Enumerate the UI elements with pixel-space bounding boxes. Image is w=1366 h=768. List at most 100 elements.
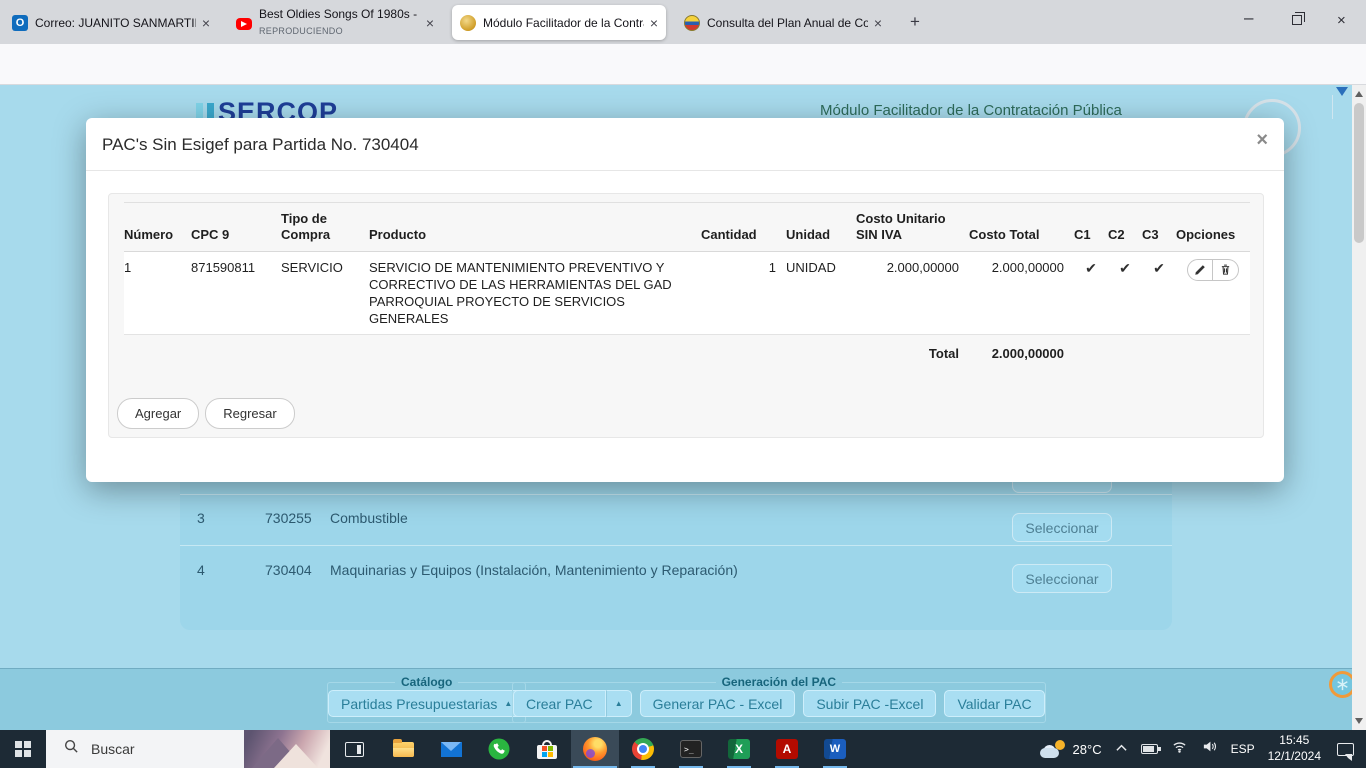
row-name: Combustible: [330, 510, 408, 526]
chrome-button[interactable]: [619, 730, 667, 768]
weather-widget[interactable]: 28°C: [1039, 740, 1102, 758]
date: 12/1/2024: [1267, 749, 1321, 763]
cell-cantidad: 1: [701, 251, 786, 336]
language-indicator[interactable]: ESP: [1231, 742, 1255, 756]
partidas-presupuestarias-button[interactable]: Partidas Presupuestarias ▲: [328, 690, 526, 717]
wifi-icon[interactable]: [1171, 739, 1188, 759]
crear-pac-caret-button[interactable]: ▲: [605, 690, 632, 717]
cell-costo-total: 2.000,00000: [969, 251, 1074, 336]
edit-button[interactable]: [1187, 258, 1213, 281]
col-unidad: Unidad: [786, 202, 856, 252]
whatsapp-button[interactable]: [475, 730, 523, 768]
firefox-button[interactable]: [571, 730, 619, 768]
floating-asterisk-button[interactable]: [1329, 671, 1352, 698]
tab-consulta-pac[interactable]: Consulta del Plan Anual de Con ×: [676, 5, 890, 40]
chrome-icon: [632, 738, 654, 760]
cell-costo-unitario: 2.000,00000: [856, 251, 969, 336]
total-label: Total: [928, 346, 959, 362]
caret-up-icon: ▲: [614, 699, 623, 708]
scrollbar-thumb[interactable]: [1354, 103, 1364, 243]
scroll-down-arrow[interactable]: [1355, 718, 1363, 724]
microsoft-store-button[interactable]: [523, 730, 571, 768]
total-row: Total 2.000,00000: [124, 335, 1250, 373]
header-divider: [1332, 95, 1333, 119]
validar-pac-button[interactable]: Validar PAC: [944, 690, 1045, 717]
search-placeholder: Buscar: [91, 741, 135, 757]
row-divider: [180, 545, 1172, 546]
tab-youtube[interactable]: Best Oldies Songs Of 1980s - Mo REPRODUC…: [228, 5, 442, 40]
trash-icon: [1221, 264, 1230, 275]
youtube-icon: [236, 17, 252, 30]
scroll-up-arrow[interactable]: [1355, 91, 1363, 97]
table-header-row: Número CPC 9 Tipo de Compra Producto Can…: [124, 202, 1250, 252]
row-divider: [180, 494, 1172, 495]
task-view-icon[interactable]: [345, 741, 364, 757]
battery-icon[interactable]: [1140, 744, 1161, 754]
hidden-icons-chevron[interactable]: [1115, 740, 1128, 758]
terminal-button[interactable]: >_: [667, 730, 715, 768]
file-explorer-button[interactable]: [379, 730, 427, 768]
window-minimize-button[interactable]: –: [1244, 8, 1253, 28]
tab-title: Módulo Facilitador de la Contra: [483, 15, 644, 30]
windows-taskbar: Buscar >_ X A W 28°C ESP 15:45 12/1/2024: [0, 730, 1366, 768]
close-icon[interactable]: ×: [426, 16, 434, 30]
cell-cpc9: 871590811: [191, 251, 281, 336]
clock[interactable]: 15:45 12/1/2024: [1268, 733, 1321, 764]
crear-pac-button[interactable]: Crear PAC: [513, 690, 606, 717]
cell-tipo: SERVICIO: [281, 251, 369, 336]
row-name: Maquinarias y Equipos (Instalación, Mant…: [330, 562, 738, 578]
tab-playing-status: REPRODUCIENDO: [259, 25, 343, 36]
col-costo-unitario: Costo Unitario SIN IVA: [856, 202, 969, 252]
start-button[interactable]: [0, 730, 46, 768]
agregar-button[interactable]: Agregar: [117, 398, 200, 429]
seleccionar-button[interactable]: Seleccionar: [1012, 513, 1112, 542]
action-center-icon[interactable]: [1337, 742, 1354, 761]
taskbar-search-input[interactable]: Buscar: [46, 730, 330, 768]
store-icon: [537, 739, 557, 759]
seleccionar-button[interactable]: Seleccionar: [1012, 564, 1112, 593]
col-cantidad: Cantidad: [701, 202, 786, 252]
word-button[interactable]: W: [811, 730, 859, 768]
window-close-button[interactable]: ×: [1337, 12, 1346, 29]
mfc-icon: [460, 14, 476, 31]
check-icon-c1: ✔: [1085, 259, 1097, 276]
tab-title: Consulta del Plan Anual de Con: [707, 15, 868, 30]
window-restore-button[interactable]: [1292, 11, 1305, 25]
volume-icon[interactable]: [1201, 739, 1218, 759]
bottom-action-bar: Catálogo Partidas Presupuestarias ▲ Gene…: [0, 668, 1352, 730]
weather-icon: [1039, 740, 1066, 758]
seleccionar-button-partial[interactable]: [1012, 482, 1112, 493]
generacion-pac-fieldset: Generación del PAC Crear PAC ▲ Generar P…: [512, 675, 1046, 723]
col-opciones: Opciones: [1176, 202, 1250, 252]
button-label: Partidas Presupuestarias: [341, 695, 498, 712]
subir-pac-excel-button[interactable]: Subir PAC -Excel: [803, 690, 937, 717]
regresar-button[interactable]: Regresar: [205, 398, 295, 429]
tab-outlook[interactable]: O Correo: JUANITO SANMARTIN - ×: [4, 5, 218, 40]
search-icon: [64, 739, 79, 759]
row-number: 4: [197, 562, 205, 578]
pinned-apps: >_ X A W: [379, 730, 859, 768]
whatsapp-icon: [488, 738, 510, 760]
generar-pac-excel-button[interactable]: Generar PAC - Excel: [639, 690, 796, 717]
close-icon[interactable]: ×: [874, 16, 882, 30]
modal-title: PAC's Sin Esigef para Partida No. 730404: [86, 118, 1284, 171]
close-icon[interactable]: ×: [202, 16, 210, 30]
acrobat-button[interactable]: A: [763, 730, 811, 768]
tab-mfc-active[interactable]: Módulo Facilitador de la Contra ×: [452, 5, 666, 40]
excel-button[interactable]: X: [715, 730, 763, 768]
search-artwork[interactable]: [244, 730, 330, 768]
sort-arrow-icon[interactable]: [1336, 87, 1348, 96]
catalogo-legend: Catálogo: [401, 675, 453, 689]
col-tipo-compra: Tipo de Compra: [281, 202, 369, 252]
close-icon[interactable]: ×: [650, 16, 658, 30]
table-row: 1 871590811 SERVICIO SERVICIO DE MANTENI…: [124, 251, 1250, 336]
page-scrollbar[interactable]: [1352, 85, 1366, 730]
catalogo-fieldset: Catálogo Partidas Presupuestarias ▲: [327, 675, 527, 723]
folder-icon: [392, 738, 414, 757]
modal-close-button[interactable]: ×: [1256, 130, 1268, 150]
delete-button[interactable]: [1213, 258, 1239, 281]
mail-button[interactable]: [427, 730, 475, 768]
row-number: 3: [197, 510, 205, 526]
new-tab-button[interactable]: +: [910, 12, 920, 32]
generacion-pac-legend: Generación del PAC: [721, 675, 837, 689]
